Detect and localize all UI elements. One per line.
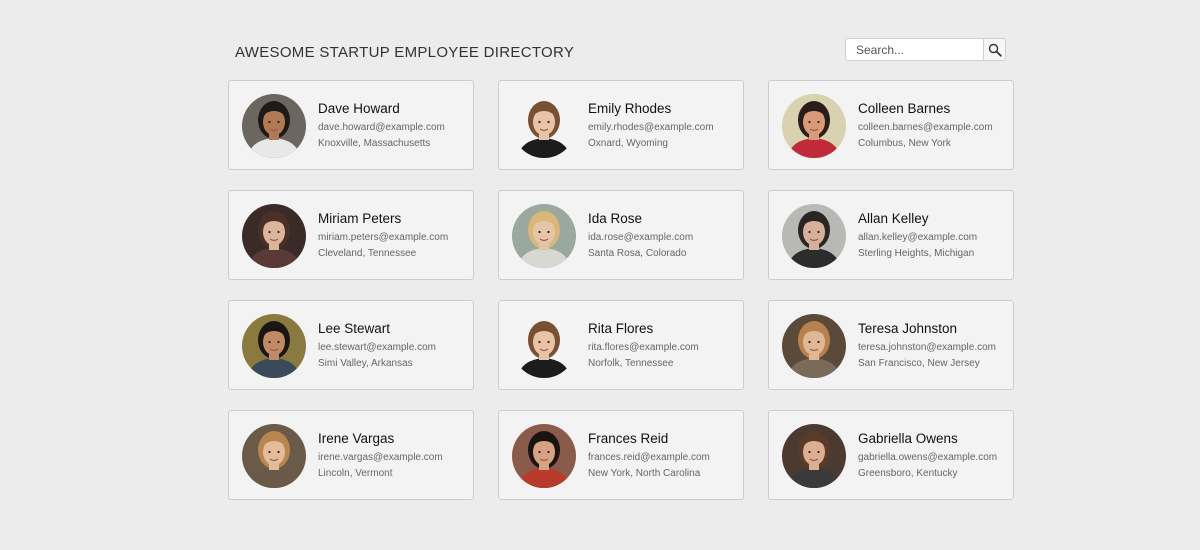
avatar — [242, 94, 306, 158]
avatar — [512, 94, 576, 158]
employee-card[interactable]: Teresa Johnston teresa.johnston@example.c… — [768, 300, 1014, 390]
employee-email: miriam.peters@example.com — [318, 232, 449, 243]
avatar — [782, 314, 846, 378]
employee-name: Rita Flores — [588, 321, 654, 336]
employee-location: Columbus, New York — [858, 138, 951, 149]
employee-info: Allan Kelley allan.kelley@example.com Ster… — [858, 210, 1008, 260]
employee-info: Irene Vargas irene.vargas@example.com Linc… — [318, 430, 468, 480]
avatar — [242, 314, 306, 378]
employee-card[interactable]: Gabriella Owens gabriella.owens@example.c… — [768, 410, 1014, 500]
employee-info: Emily Rhodes emily.rhodes@example.com Oxna… — [588, 100, 738, 150]
avatar — [512, 424, 576, 488]
employee-location: New York, North Carolina — [588, 468, 701, 479]
employee-location: Santa Rosa, Colorado — [588, 248, 687, 259]
employee-name: Irene Vargas — [318, 431, 395, 446]
employee-info: Teresa Johnston teresa.johnston@example.c… — [858, 320, 1008, 370]
employee-email: allan.kelley@example.com — [858, 232, 978, 243]
employee-email: colleen.barnes@example.com — [858, 122, 993, 133]
employee-email: lee.stewart@example.com — [318, 342, 436, 353]
avatar — [242, 424, 306, 488]
employee-card[interactable]: Allan Kelley allan.kelley@example.com Ster… — [768, 190, 1014, 280]
employee-info: Dave Howard dave.howard@example.com Knoxvi… — [318, 100, 468, 150]
employee-location: Greensboro, Kentucky — [858, 468, 958, 479]
employee-location: Lincoln, Vermont — [318, 468, 393, 479]
employee-card[interactable]: Dave Howard dave.howard@example.com Knoxvi… — [228, 80, 474, 170]
employee-email: emily.rhodes@example.com — [588, 122, 714, 133]
avatar — [782, 204, 846, 268]
avatar — [512, 204, 576, 268]
employee-name: Miriam Peters — [318, 211, 402, 226]
employee-info: Colleen Barnes colleen.barnes@example.com… — [858, 100, 1008, 150]
employee-card[interactable]: Rita Flores rita.flores@example.com Norfol… — [498, 300, 744, 390]
employee-directory-page: AWESOME STARTUP EMPLOYEE DIRECTORY Dave … — [0, 0, 1200, 550]
employee-name: Emily Rhodes — [588, 101, 672, 116]
search-button[interactable] — [983, 38, 1006, 61]
employee-email: ida.rose@example.com — [588, 232, 694, 243]
employee-name: Allan Kelley — [858, 211, 929, 226]
employee-email: irene.vargas@example.com — [318, 452, 443, 463]
employee-card[interactable]: Irene Vargas irene.vargas@example.com Linc… — [228, 410, 474, 500]
employee-info: Ida Rose ida.rose@example.com Santa Rosa, … — [588, 210, 738, 260]
employee-location: San Francisco, New Jersey — [858, 358, 980, 369]
magnifier-icon — [988, 43, 1002, 57]
employee-name: Gabriella Owens — [858, 431, 958, 446]
employee-card[interactable]: Lee Stewart lee.stewart@example.com Simi V… — [228, 300, 474, 390]
avatar — [512, 314, 576, 378]
employee-email: dave.howard@example.com — [318, 122, 445, 133]
search-input[interactable] — [845, 38, 983, 61]
avatar — [782, 424, 846, 488]
employee-location: Oxnard, Wyoming — [588, 138, 668, 149]
employee-name: Ida Rose — [588, 211, 643, 226]
employee-card[interactable]: Emily Rhodes emily.rhodes@example.com Oxna… — [498, 80, 744, 170]
employee-card[interactable]: Colleen Barnes colleen.barnes@example.com… — [768, 80, 1014, 170]
employee-location: Sterling Heights, Michigan — [858, 248, 975, 259]
employee-location: Norfolk, Tennessee — [588, 358, 674, 369]
employee-info: Miriam Peters miriam.peters@example.com Cl… — [318, 210, 468, 260]
employee-info: Gabriella Owens gabriella.owens@example.c… — [858, 430, 1008, 480]
employee-email: frances.reid@example.com — [588, 452, 710, 463]
employee-location: Simi Valley, Arkansas — [318, 358, 413, 369]
employee-name: Lee Stewart — [318, 321, 391, 336]
avatar — [782, 94, 846, 158]
employee-name: Teresa Johnston — [858, 321, 958, 336]
employee-card[interactable]: Miriam Peters miriam.peters@example.com Cl… — [228, 190, 474, 280]
employee-email: gabriella.owens@example.com — [858, 452, 998, 463]
employee-name: Frances Reid — [588, 431, 669, 446]
employee-grid: Dave Howard dave.howard@example.com Knoxvi… — [228, 80, 1014, 500]
employee-location: Knoxville, Massachusetts — [318, 138, 431, 149]
employee-card[interactable]: Ida Rose ida.rose@example.com Santa Rosa, … — [498, 190, 744, 280]
employee-info: Frances Reid frances.reid@example.com New … — [588, 430, 738, 480]
employee-name: Colleen Barnes — [858, 101, 951, 116]
employee-location: Cleveland, Tennessee — [318, 248, 417, 259]
employee-email: teresa.johnston@example.com — [858, 342, 996, 353]
employee-info: Rita Flores rita.flores@example.com Norfol… — [588, 320, 738, 370]
employee-email: rita.flores@example.com — [588, 342, 699, 353]
employee-card[interactable]: Frances Reid frances.reid@example.com New … — [498, 410, 744, 500]
employee-info: Lee Stewart lee.stewart@example.com Simi V… — [318, 320, 468, 370]
search-bar — [845, 38, 1006, 61]
employee-name: Dave Howard — [318, 101, 400, 116]
page-title: AWESOME STARTUP EMPLOYEE DIRECTORY — [235, 44, 575, 61]
avatar — [242, 204, 306, 268]
